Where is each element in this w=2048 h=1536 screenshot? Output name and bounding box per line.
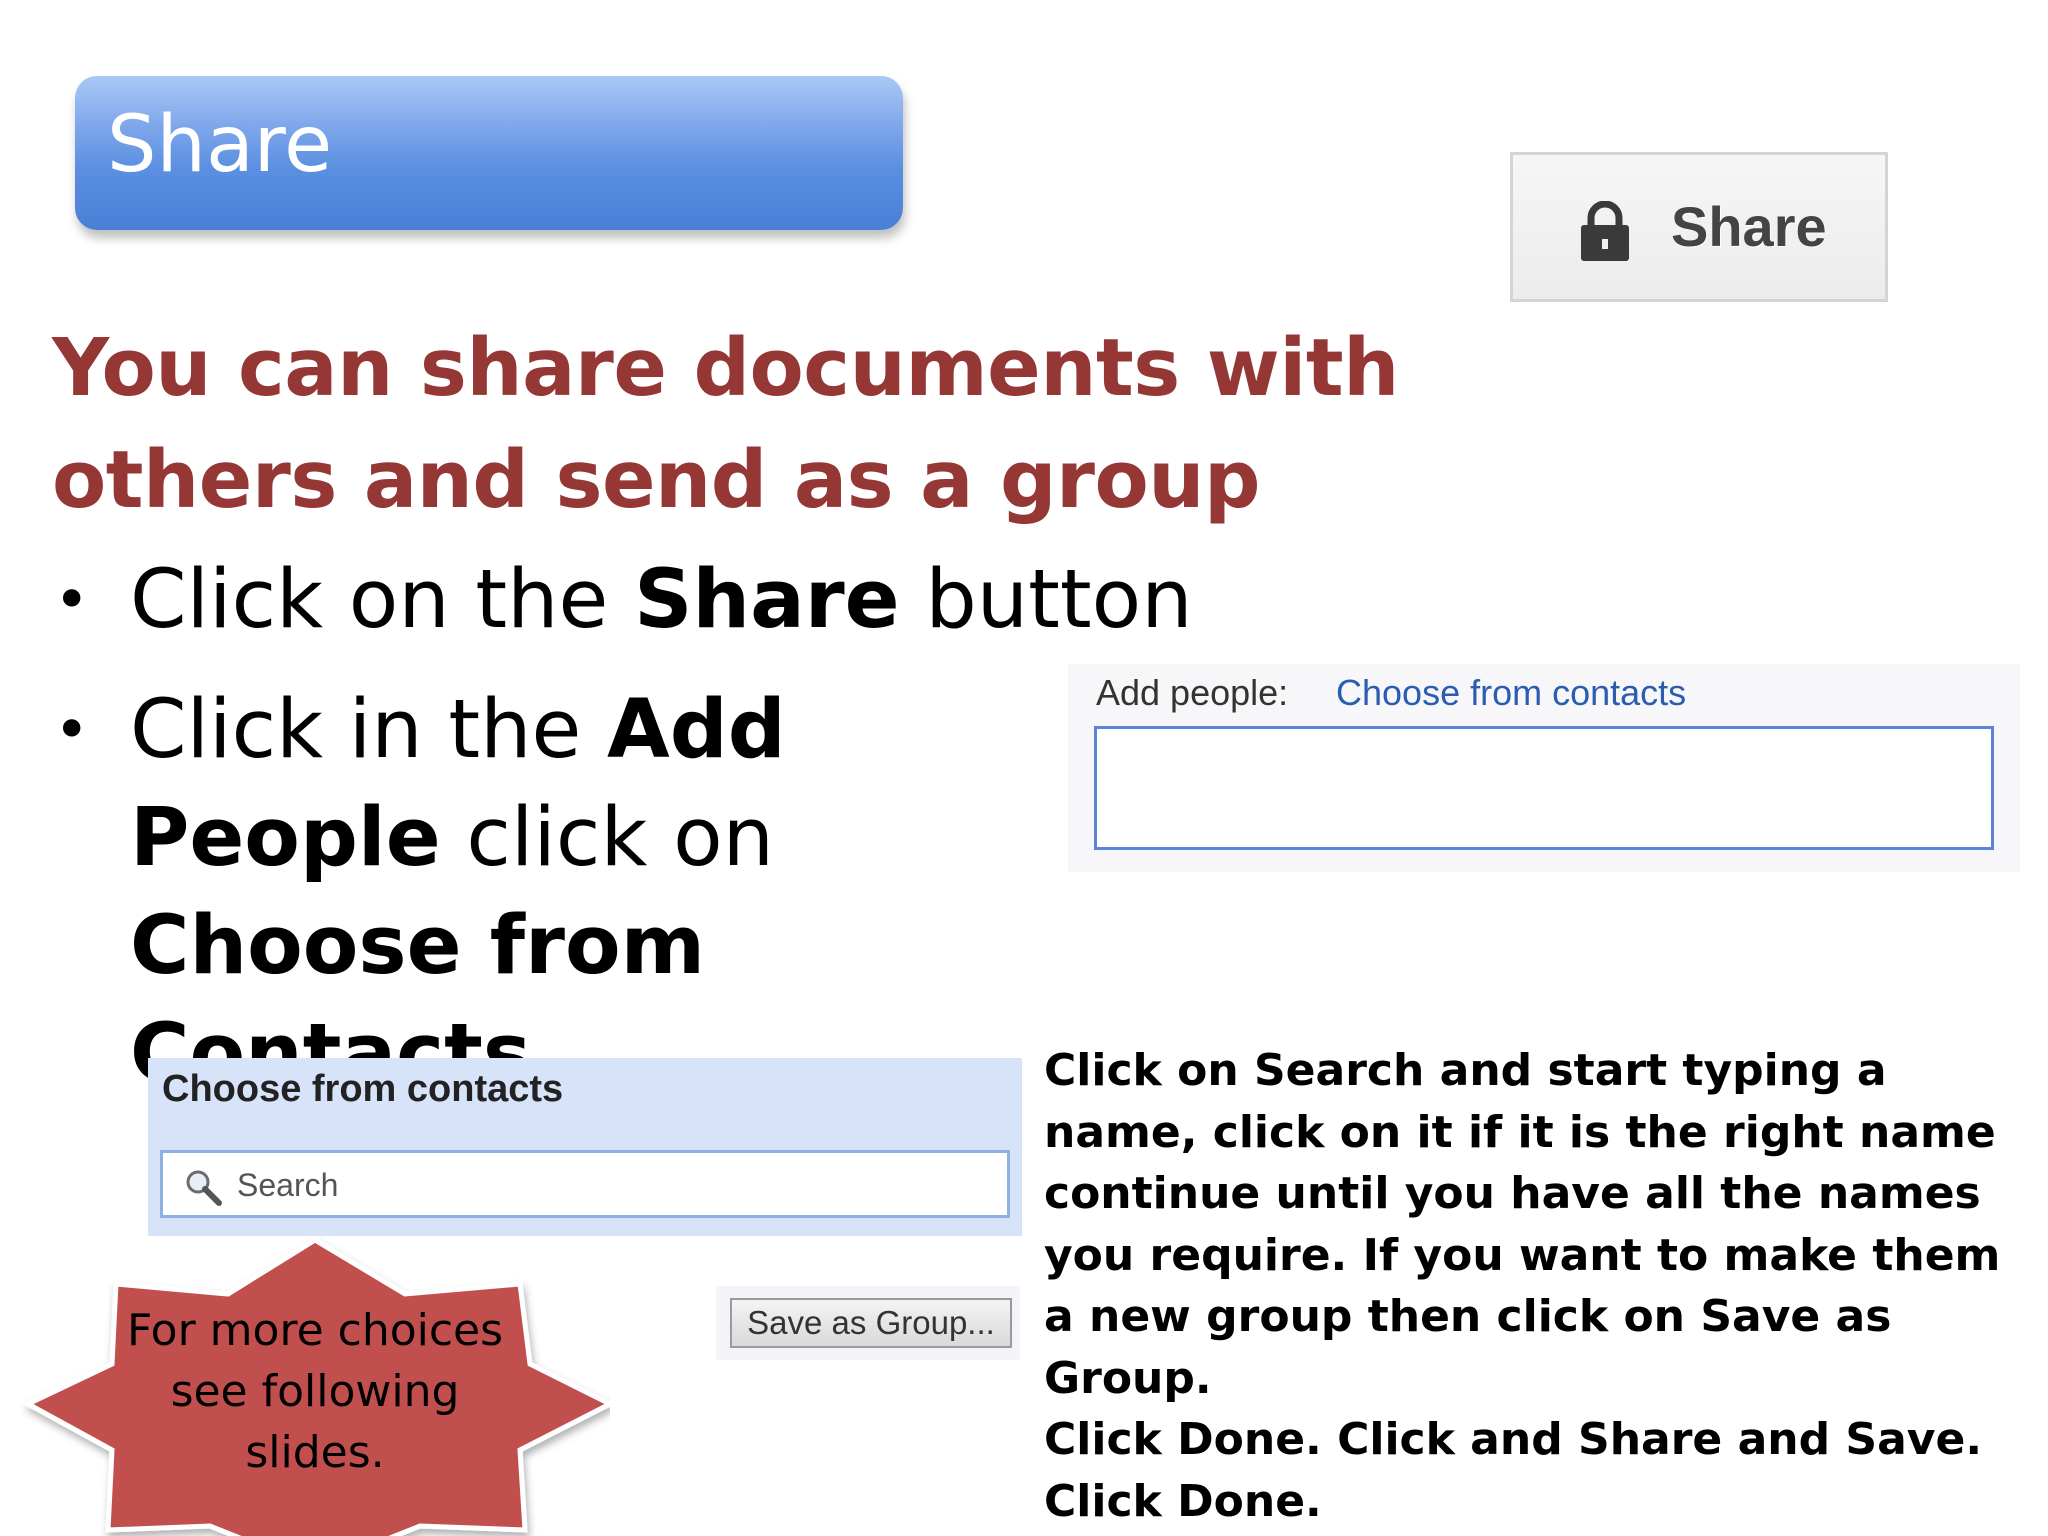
instructions-paragraph-2: Click Done. Click and Share and Save. Cl…: [1044, 1414, 1983, 1527]
search-placeholder: Search: [237, 1167, 339, 1203]
save-group-area: Save as Group...: [716, 1286, 1020, 1360]
slide-heading: You can share documents with others and …: [52, 322, 1399, 526]
save-as-group-button[interactable]: Save as Group...: [730, 1298, 1012, 1348]
add-people-input[interactable]: [1094, 726, 1994, 850]
title-bar: Share: [75, 76, 903, 230]
bullet-marker: •: [54, 695, 90, 765]
lock-icon: [1581, 201, 1629, 261]
search-icon: [186, 1170, 222, 1206]
callout-text: For more choices see following slides.: [126, 1305, 504, 1478]
bullet-add-people: Click in the Add People click on Choose …: [130, 683, 786, 1101]
contacts-panel-title: Choose from contacts: [162, 1068, 564, 1110]
contacts-panel: Choose from contacts Search: [148, 1058, 1022, 1236]
slide-title: Share: [107, 100, 333, 190]
bullet-share: Click on the Share button: [130, 553, 1193, 647]
bullet-marker: •: [54, 565, 90, 635]
share-button[interactable]: Share: [1510, 152, 1888, 302]
contacts-search-input[interactable]: Search: [160, 1150, 1010, 1218]
share-button-label: Share: [1671, 195, 1827, 258]
choose-from-contacts-link[interactable]: Choose from contacts: [1336, 672, 1686, 714]
instructions-paragraph-1: Click on Search and start typing a name,…: [1044, 1045, 2001, 1404]
add-people-panel: Add people: Choose from contacts: [1068, 664, 2020, 872]
add-people-label: Add people:: [1096, 672, 1289, 713]
instructions-text: Click on Search and start typing a name,…: [1044, 1040, 2034, 1532]
